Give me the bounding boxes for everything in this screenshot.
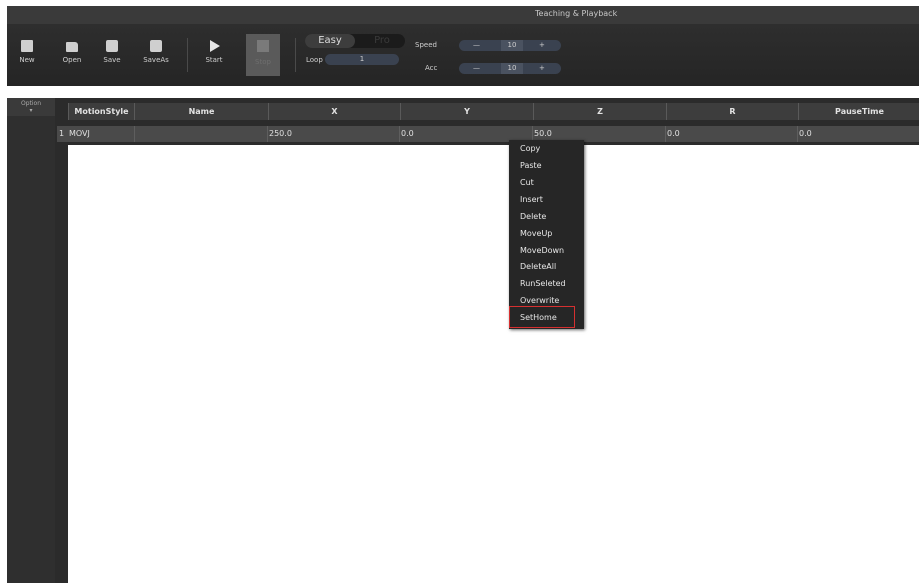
open-label: Open [62, 56, 82, 64]
mode-toggle[interactable]: Easy Pro [305, 34, 405, 48]
sidebar: Option ▾ [7, 98, 55, 583]
loop-label: Loop [306, 56, 323, 64]
menu-item-overwrite[interactable]: Overwrite [520, 296, 559, 305]
col-r[interactable]: R [666, 103, 798, 120]
cell-motionstyle[interactable]: MOVJ [68, 126, 134, 142]
mode-pro[interactable]: Pro [363, 34, 401, 48]
cell-x[interactable]: 250.0 [267, 126, 400, 142]
open-button[interactable]: Open [58, 36, 86, 76]
loop-input[interactable]: 1 [325, 54, 399, 65]
folder-icon [66, 42, 78, 52]
acc-minus-button[interactable]: — [473, 63, 480, 74]
stop-button[interactable]: Stop [246, 34, 280, 76]
table-header: MotionStyle Name X Y Z R PauseTime [68, 103, 919, 120]
menu-item-paste[interactable]: Paste [520, 161, 542, 170]
col-motionstyle[interactable]: MotionStyle [68, 103, 134, 120]
sethome-highlight-box [509, 306, 575, 328]
toolbar-divider [295, 38, 296, 72]
menu-item-copy[interactable]: Copy [520, 144, 540, 153]
speed-value[interactable]: 10 [501, 40, 523, 51]
mode-easy[interactable]: Easy [305, 34, 355, 48]
cell-name[interactable] [134, 126, 268, 142]
acc-plus-button[interactable]: + [539, 63, 545, 74]
menu-item-insert[interactable]: Insert [520, 195, 543, 204]
save-label: Save [103, 56, 121, 64]
save-button[interactable]: Save [98, 36, 126, 76]
speed-stepper[interactable]: — 10 + [459, 40, 561, 51]
menu-item-delete[interactable]: Delete [520, 212, 546, 221]
menu-item-cut[interactable]: Cut [520, 178, 534, 187]
new-file-icon [21, 40, 33, 52]
cell-pausetime[interactable]: 0.0 [797, 126, 919, 142]
col-name[interactable]: Name [134, 103, 268, 120]
menu-item-movedown[interactable]: MoveDown [520, 246, 564, 255]
window-titlebar: Teaching & Playback [7, 6, 919, 24]
toolbar-divider [187, 38, 188, 72]
col-y[interactable]: Y [400, 103, 533, 120]
row-number: 1 [59, 129, 65, 138]
table-row[interactable]: 1 MOVJ 250.0 0.0 50.0 0.0 0.0 [57, 126, 919, 142]
menu-item-deleteall[interactable]: DeleteAll [520, 262, 556, 271]
cell-r[interactable]: 0.0 [665, 126, 798, 142]
col-x[interactable]: X [268, 103, 400, 120]
speed-minus-button[interactable]: — [473, 40, 480, 51]
toolbar: New Open Save SaveAs Start Stop Easy Pro… [7, 24, 919, 86]
sidebar-header[interactable]: Option ▾ [7, 98, 55, 116]
menu-item-moveup[interactable]: MoveUp [520, 229, 552, 238]
saveas-icon [150, 40, 162, 52]
table-empty-area [68, 145, 919, 583]
saveas-label: SaveAs [143, 56, 169, 64]
start-label: Start [205, 56, 223, 64]
acc-label: Acc [425, 64, 438, 72]
col-z[interactable]: Z [533, 103, 666, 120]
start-button[interactable]: Start [200, 36, 228, 76]
saveas-button[interactable]: SaveAs [142, 36, 170, 76]
menu-item-runselected[interactable]: RunSeleted [520, 279, 566, 288]
acc-value[interactable]: 10 [501, 63, 523, 74]
acc-stepper[interactable]: — 10 + [459, 63, 561, 74]
window-title: Teaching & Playback [535, 9, 618, 18]
sidebar-header-label: Option [20, 100, 42, 107]
new-button[interactable]: New [13, 36, 41, 76]
save-icon [106, 40, 118, 52]
stop-icon [257, 40, 269, 52]
context-menu: Copy Paste Cut Insert Delete MoveUp Move… [509, 140, 584, 329]
col-pausetime[interactable]: PauseTime [798, 103, 919, 120]
play-icon [210, 40, 220, 52]
stop-label: Stop [255, 58, 271, 66]
new-label: New [19, 56, 35, 64]
speed-label: Speed [415, 41, 437, 49]
speed-plus-button[interactable]: + [539, 40, 545, 51]
